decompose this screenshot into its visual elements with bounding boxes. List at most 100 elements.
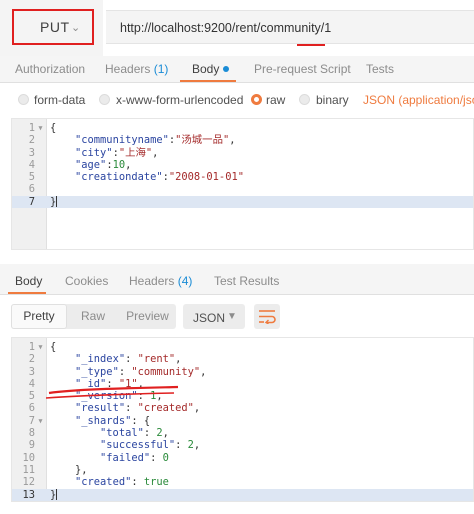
json-key: "age" [75,158,107,171]
json-punctuation: : [125,353,138,366]
tab-label: Headers [129,274,175,288]
json-key: "failed" [100,451,151,464]
json-punctuation [50,427,100,439]
code-line: }, [46,464,473,476]
code-line: "successful": 2, [46,439,473,451]
code-line: "_shards": { [46,415,473,427]
tab-label: Body [15,274,43,288]
request-code: { "communityname":"汤城一品", "city":"上海", "… [46,122,473,209]
request-body-editor[interactable]: 1 ▾ 2 3 4 5 6 7 { "communityname":"汤城一品", … [11,118,474,250]
tab-tests[interactable]: Tests [366,62,394,76]
tab-headers[interactable]: Headers (1) [105,62,168,76]
radio-urlencoded[interactable] [99,94,110,105]
json-punctuation [50,134,75,146]
tab-response-body[interactable]: Body [15,274,42,288]
code-line: "city":"上海", [46,147,473,159]
json-key: "successful" [100,439,176,452]
radio-raw[interactable] [251,94,262,105]
json-punctuation [50,159,75,171]
json-punctuation [50,476,75,488]
chevron-down-icon: ⌄ [71,22,81,34]
line-number: 7 ▾ [12,415,46,427]
json-punctuation: : [131,476,144,489]
divider [0,294,474,295]
json-punctuation [50,439,100,451]
json-key: "_version" [75,390,138,403]
text-cursor [56,488,58,500]
fold-arrow-icon[interactable]: ▾ [35,122,46,134]
json-punctuation [50,390,75,402]
tab-cookies[interactable]: Cookies [65,274,108,288]
json-punctuation [50,366,75,378]
json-punctuation [50,378,75,390]
url-text: http://localhost:9200/rent/community/1 [120,21,332,35]
raw-button[interactable]: Raw [67,304,119,329]
json-punctuation: : [143,427,157,440]
tab-label: Authorization [15,62,86,76]
line-number: 4 [12,159,46,171]
tab-label: Tests [366,62,395,76]
line-numbers: 1 ▾ 2 3 4 5 6 7 [12,122,46,209]
code-line: } [46,488,473,501]
tab-response-headers[interactable]: Headers (4) [129,274,192,288]
code-line: { [46,341,473,353]
json-punctuation: }, [50,463,88,476]
line-number: 12 [12,476,46,488]
json-punctuation: , [156,390,163,403]
json-punctuation: , [152,146,159,159]
radio-label: x-www-form-urlencoded [116,93,244,107]
code-line: "_type": "community", [46,366,473,378]
line-number: 5 [12,390,46,402]
json-literal: 10 [112,158,126,171]
radio-binary[interactable] [299,94,310,105]
line-numbers: 1 ▾ 2 3 4 5 6 7 ▾ 8 9 10 11 12 13 [12,341,46,501]
pretty-button[interactable]: Pretty [11,304,67,329]
json-punctuation: : [150,451,163,464]
content-type-select[interactable]: JSON (application/json) [363,93,474,107]
tab-authorization[interactable]: Authorization [15,62,85,76]
code-line: "_id": "1", [46,378,473,390]
json-string: "汤城一品" [175,134,230,147]
json-key: "_type" [75,365,119,378]
response-code: { "_index": "rent", "_type": "community"… [46,341,473,501]
tab-label: Test Results [214,274,280,288]
code-line: "creationdate":"2008-01-01" [46,171,473,183]
line-number: 10 [12,452,46,464]
radio-label: form-data [34,93,86,107]
response-body-viewer[interactable]: 1 ▾ 2 3 4 5 6 7 ▾ 8 9 10 11 12 13 { "_index"… [11,337,474,502]
chevron-down-icon: ▼ [227,311,237,322]
fold-arrow-icon[interactable]: ▾ [35,415,46,427]
json-punctuation: : [106,377,119,390]
code-line: { [46,122,473,134]
json-punctuation [50,353,75,365]
line-number: 3 [12,366,46,378]
method-label: PUT [40,19,70,35]
json-punctuation: : [118,365,132,378]
json-string: "rent" [137,353,176,366]
line-number: 4 [12,378,46,390]
line-number: 9 [12,439,46,451]
json-key: "creationdate" [75,171,163,184]
line-number: 5 [12,171,46,183]
code-line: "failed": 0 [46,452,473,464]
tab-body[interactable]: Body [192,62,230,76]
fold-arrow-icon[interactable]: ▾ [35,341,46,353]
json-key: "communityname" [75,134,169,147]
code-line: "communityname":"汤城一品", [46,134,473,146]
json-punctuation: : [137,390,151,403]
tab-pre-request-script[interactable]: Pre-request Script [254,62,351,76]
json-punctuation: , [229,134,236,147]
line-number: 11 [12,464,46,476]
json-punctuation: : { [131,414,151,427]
preview-button[interactable]: Preview [119,304,176,329]
json-punctuation: , [200,365,207,378]
json-key: "_id" [75,377,107,390]
line-number: 2 [12,353,46,365]
tab-test-results[interactable]: Test Results [214,274,279,288]
radio-form-data[interactable] [18,94,29,105]
